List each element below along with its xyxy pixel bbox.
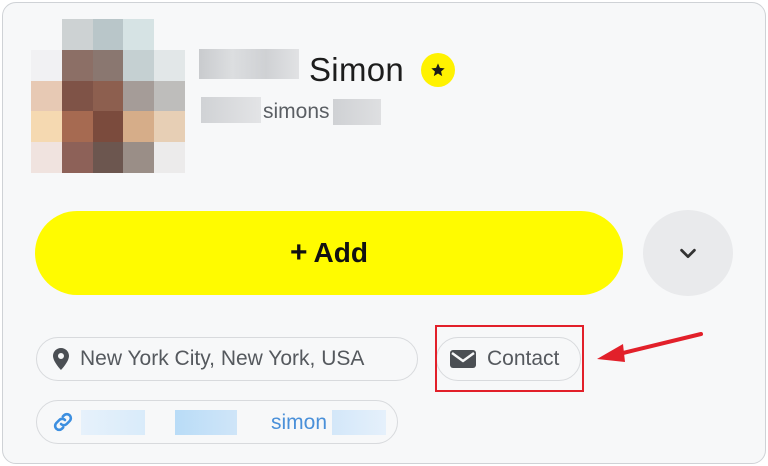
redacted-link-part-2 bbox=[175, 410, 237, 435]
add-button-label: Add bbox=[313, 237, 368, 268]
add-friend-button[interactable]: + Add bbox=[35, 211, 623, 295]
link-chip[interactable]: simon bbox=[36, 400, 398, 444]
profile-card: Simon simons + Add New York City, New Yo… bbox=[2, 2, 766, 464]
redacted-name-block bbox=[199, 49, 299, 79]
display-name: Simon bbox=[309, 51, 405, 88]
profile-avatar[interactable] bbox=[31, 19, 185, 173]
link-icon bbox=[51, 410, 75, 434]
location-chip[interactable]: New York City, New York, USA bbox=[36, 337, 418, 381]
username: simons bbox=[263, 100, 330, 123]
location-text: New York City, New York, USA bbox=[80, 347, 365, 370]
link-text: simon bbox=[271, 411, 328, 434]
redacted-link-part-1 bbox=[81, 410, 145, 435]
highlight-box bbox=[435, 325, 584, 392]
redacted-username-block bbox=[201, 97, 261, 123]
redacted-link-suffix bbox=[332, 410, 386, 435]
redacted-username-suffix bbox=[333, 99, 381, 125]
plus-icon: + bbox=[290, 236, 308, 269]
location-pin-icon bbox=[51, 347, 71, 371]
more-options-button[interactable] bbox=[643, 210, 733, 296]
star-icon bbox=[421, 53, 455, 87]
chevron-down-icon bbox=[680, 248, 696, 259]
annotation-arrow bbox=[597, 332, 703, 362]
